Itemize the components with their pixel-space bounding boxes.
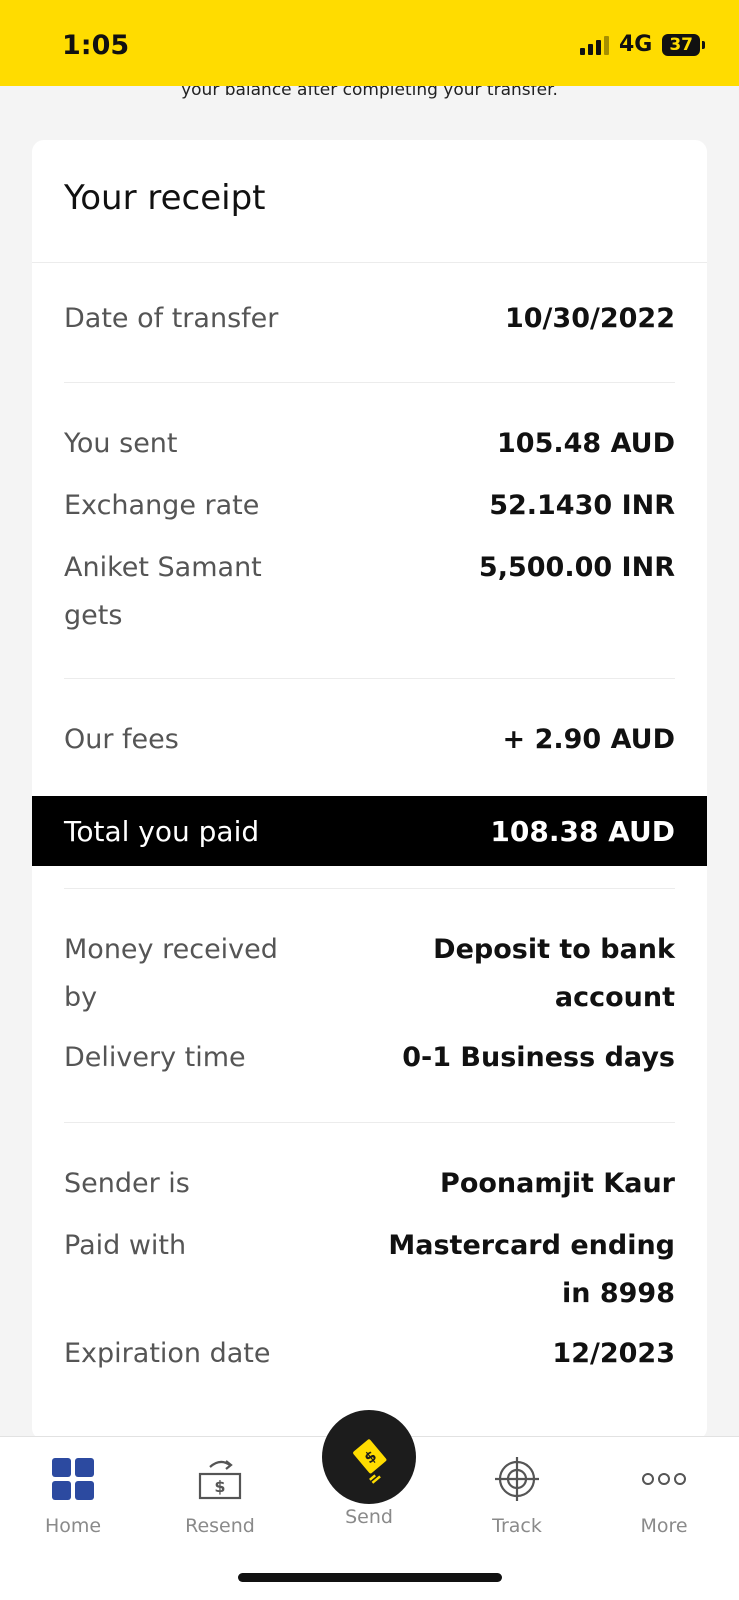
more-dots-icon <box>604 1453 724 1505</box>
tab-more[interactable]: More <box>604 1453 724 1537</box>
rate-row: Exchange rate 52.1430 INR <box>64 482 675 530</box>
status-indicators: 4G 37 <box>579 32 705 57</box>
received-label: Money received by <box>64 934 278 1013</box>
fees-row: Our fees + 2.90 AUD <box>64 716 675 764</box>
divider <box>64 888 675 889</box>
resend-icon: $ <box>160 1453 280 1505</box>
tab-track[interactable]: Track <box>457 1453 577 1537</box>
tab-resend-label: Resend <box>185 1515 255 1537</box>
expiry-label: Expiration date <box>64 1338 271 1369</box>
receipt-card: Your receipt Date of transfer 10/30/2022… <box>32 140 707 1440</box>
status-time: 1:05 <box>62 30 130 61</box>
battery-level: 37 <box>662 33 700 56</box>
crosshair-icon <box>457 1453 577 1505</box>
tab-home[interactable]: Home <box>13 1453 133 1537</box>
total-label: Total you paid <box>64 814 260 848</box>
divider <box>64 382 675 383</box>
svg-text:$: $ <box>214 1477 225 1496</box>
date-row: Date of transfer 10/30/2022 <box>64 295 675 343</box>
sent-value: 105.48 AUD <box>497 428 675 459</box>
sent-label: You sent <box>64 428 178 459</box>
home-icon <box>13 1453 133 1505</box>
gets-row: Aniket Samant gets 5,500.00 INR <box>64 544 675 640</box>
battery-icon: 37 <box>662 33 705 56</box>
tab-send-label[interactable]: Send <box>309 1506 429 1528</box>
expiry-value: 12/2023 <box>552 1338 675 1369</box>
gets-value: 5,500.00 INR <box>478 552 675 583</box>
gets-label: Aniket Samant gets <box>64 552 262 631</box>
paid-value: Mastercard ending in 8998 <box>388 1230 675 1309</box>
received-value: Deposit to bank account <box>433 934 675 1013</box>
send-button[interactable]: $ <box>322 1410 416 1504</box>
network-type: 4G <box>618 32 653 57</box>
sender-row: Sender is Poonamjit Kaur <box>64 1160 675 1208</box>
status-bar: 1:05 4G 37 <box>0 0 739 86</box>
receipt-title: Your receipt <box>64 178 266 218</box>
rate-value: 52.1430 INR <box>489 490 675 521</box>
tab-resend[interactable]: $ Resend <box>160 1453 280 1537</box>
signal-icon <box>579 35 609 55</box>
received-row: Money received by Deposit to bank accoun… <box>64 926 675 1022</box>
paid-row: Paid with Mastercard ending in 8998 <box>64 1222 675 1318</box>
fees-value: + 2.90 AUD <box>502 724 675 755</box>
date-label: Date of transfer <box>64 303 279 334</box>
paid-label: Paid with <box>64 1230 187 1261</box>
total-value: 108.38 AUD <box>490 814 675 848</box>
delivery-row: Delivery time 0-1 Business days <box>64 1034 675 1082</box>
divider <box>64 678 675 679</box>
sender-label: Sender is <box>64 1168 190 1199</box>
home-indicator <box>238 1573 502 1582</box>
sent-row: You sent 105.48 AUD <box>64 420 675 468</box>
delivery-value: 0-1 Business days <box>402 1042 675 1073</box>
rate-label: Exchange rate <box>64 490 260 521</box>
total-bar: Total you paid 108.38 AUD <box>32 796 707 866</box>
sender-value: Poonamjit Kaur <box>440 1168 675 1199</box>
delivery-label: Delivery time <box>64 1042 246 1073</box>
divider <box>64 1122 675 1123</box>
send-money-icon: $ <box>353 1439 387 1484</box>
receipt-header: Your receipt <box>32 140 707 263</box>
tab-track-label: Track <box>492 1515 542 1537</box>
expiry-row: Expiration date 12/2023 <box>64 1330 675 1378</box>
date-value: 10/30/2022 <box>504 303 675 334</box>
tab-more-label: More <box>640 1515 688 1537</box>
tab-home-label: Home <box>44 1515 102 1537</box>
fees-label: Our fees <box>64 724 179 755</box>
